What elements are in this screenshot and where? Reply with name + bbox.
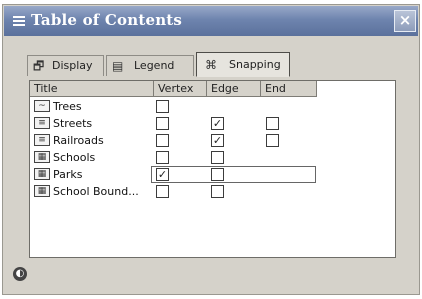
layer-icon: ≡	[34, 117, 50, 129]
column-header-end[interactable]: End	[261, 81, 317, 97]
selection-box	[151, 166, 316, 183]
table-row-selected[interactable]: ▦ Parks ✓	[30, 166, 330, 183]
edge-checkbox[interactable]	[211, 185, 224, 198]
layer-icon: ▦	[34, 151, 50, 163]
snapping-icon: ⌘	[205, 58, 217, 72]
vertex-checkbox[interactable]	[156, 185, 169, 198]
layer-title: Trees	[53, 100, 82, 113]
layer-icon: ≡	[34, 134, 50, 146]
table-of-contents-window: Table of Contents × 🗗 Display ▤ Legend ⌘…	[2, 4, 420, 295]
layer-icon: ▦	[34, 168, 50, 180]
tab-label: Snapping	[229, 58, 281, 71]
end-checkbox[interactable]	[266, 134, 279, 147]
edge-checkbox[interactable]	[211, 168, 224, 181]
table-header: Title Vertex Edge End	[30, 81, 330, 97]
vertex-checkbox[interactable]	[156, 134, 169, 147]
title-bar[interactable]: Table of Contents ×	[4, 6, 418, 36]
table-row[interactable]: ~ Trees	[30, 98, 330, 115]
column-header-vertex[interactable]: Vertex	[154, 81, 207, 97]
layer-title: Parks	[53, 168, 83, 181]
edge-checkbox[interactable]	[211, 151, 224, 164]
layer-title: Streets	[53, 117, 93, 130]
tab-legend[interactable]: ▤ Legend	[106, 55, 194, 76]
column-header-title[interactable]: Title	[30, 81, 154, 97]
tab-label: Legend	[134, 59, 175, 72]
edge-checkbox[interactable]: ✓	[211, 117, 224, 130]
vertex-checkbox[interactable]: ✓	[156, 168, 169, 181]
display-icon: 🗗	[33, 59, 45, 73]
layer-title: Schools	[53, 151, 96, 164]
tab-display[interactable]: 🗗 Display	[27, 55, 104, 76]
end-checkbox[interactable]	[266, 117, 279, 130]
column-header-edge[interactable]: Edge	[207, 81, 261, 97]
menu-icon[interactable]	[13, 16, 25, 27]
vertex-checkbox[interactable]	[156, 117, 169, 130]
table-row[interactable]: ≡ Streets ✓	[30, 115, 330, 132]
table-row[interactable]: ▦ School Bound...	[30, 183, 330, 200]
edge-checkbox[interactable]: ✓	[211, 134, 224, 147]
globe-icon[interactable]: ◐	[13, 267, 27, 281]
layer-icon: ~	[34, 100, 50, 112]
vertex-checkbox[interactable]	[156, 151, 169, 164]
tab-snapping[interactable]: ⌘ Snapping	[196, 52, 290, 77]
table-row[interactable]: ≡ Railroads ✓	[30, 132, 330, 149]
layer-title: School Bound...	[53, 185, 139, 198]
window-title: Table of Contents	[31, 11, 183, 29]
close-button[interactable]: ×	[394, 10, 416, 32]
layer-title: Railroads	[53, 134, 104, 147]
layer-icon: ▦	[34, 185, 50, 197]
snapping-table: Title Vertex Edge End ~ Trees ≡ Streets …	[29, 80, 396, 258]
legend-icon: ▤	[112, 59, 124, 73]
table-row[interactable]: ▦ Schools	[30, 149, 330, 166]
tab-label: Display	[52, 59, 93, 72]
vertex-checkbox[interactable]	[156, 100, 169, 113]
